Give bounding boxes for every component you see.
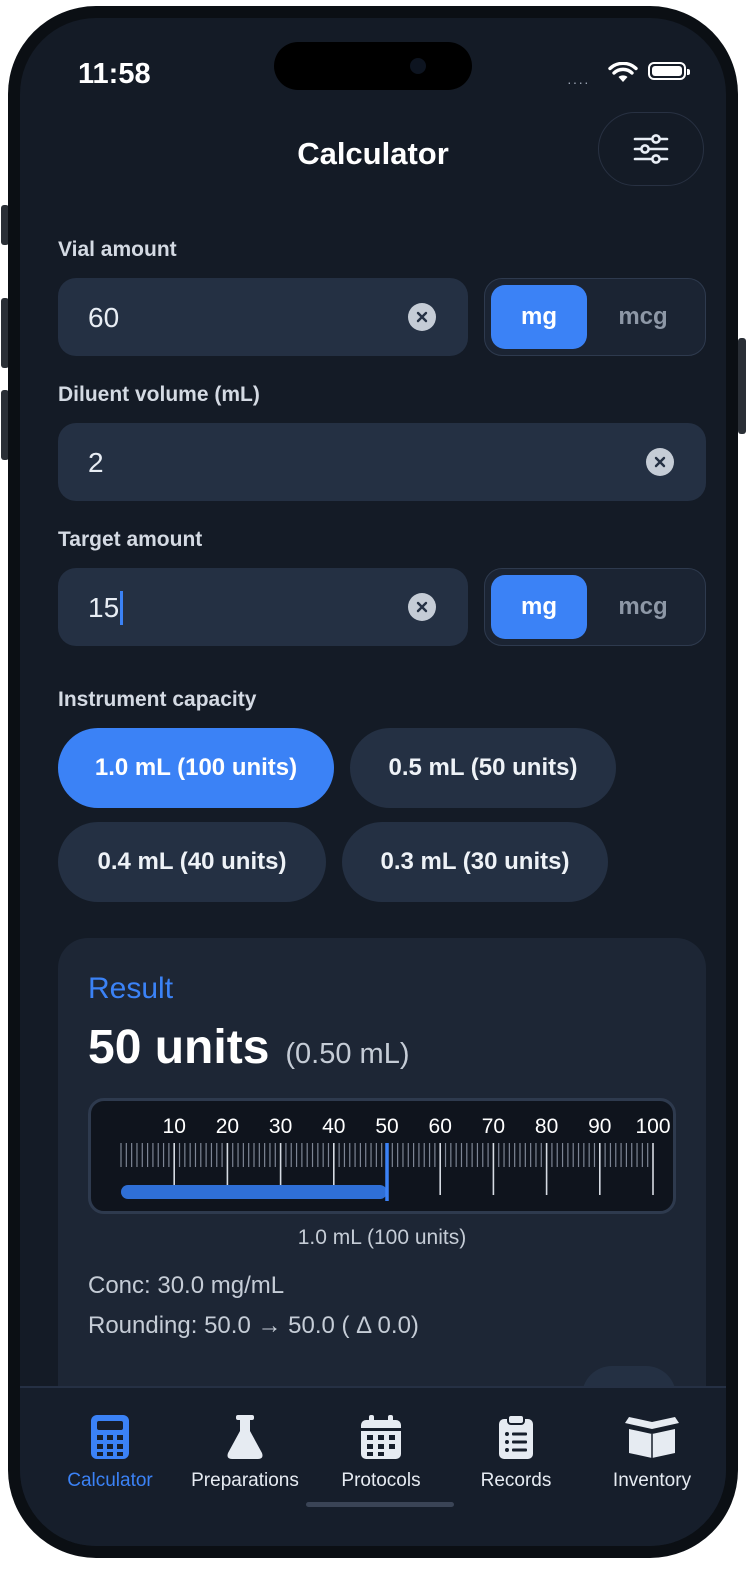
target-unit-mcg[interactable]: mcg bbox=[595, 575, 691, 639]
target-unit-toggle: mg mcg bbox=[484, 568, 706, 646]
power-button bbox=[738, 338, 746, 434]
tick-label: 60 bbox=[429, 1115, 452, 1138]
phone-frame: 11:58 ···· Calculator Vial amount 60 mg … bbox=[8, 6, 738, 1558]
target-unit-mg[interactable]: mg bbox=[491, 575, 587, 639]
instrument-capacity-label: Instrument capacity bbox=[58, 688, 257, 711]
tab-bar: Calculator Preparations Protocols Record… bbox=[20, 1386, 726, 1546]
signal-icon: ···· bbox=[567, 74, 590, 90]
tick-label: 40 bbox=[322, 1115, 345, 1138]
calculator-icon bbox=[91, 1415, 129, 1459]
syringe-capacity-label: 1.0 mL (100 units) bbox=[297, 1226, 467, 1249]
capacity-option-05ml[interactable]: 0.5 mL (50 units) bbox=[350, 728, 616, 808]
rounding-text: Rounding: 50.0 → 50.0 ( Δ 0.0) bbox=[88, 1312, 419, 1339]
result-label: Result bbox=[88, 972, 174, 1005]
tab-preparations[interactable]: Preparations bbox=[175, 1412, 315, 1492]
tick-label: 10 bbox=[163, 1115, 186, 1138]
target-amount-field-text: 15 bbox=[88, 590, 124, 627]
clear-diluent-button[interactable] bbox=[646, 448, 674, 476]
battery-icon bbox=[648, 62, 690, 80]
clipboard-icon bbox=[499, 1414, 533, 1459]
result-card: Result 50 units (0.50 mL) 10 20 30 40 50 60 70 8… bbox=[58, 938, 706, 1458]
tab-label: Calculator bbox=[67, 1470, 153, 1491]
calendar-icon bbox=[361, 1415, 401, 1459]
target-amount-input[interactable]: 15 bbox=[58, 568, 468, 646]
clear-vial-button[interactable] bbox=[408, 303, 436, 331]
capacity-option-03ml[interactable]: 0.3 mL (30 units) bbox=[342, 822, 608, 902]
syringe-scale: 10 20 30 40 50 60 70 80 90 100 bbox=[120, 1115, 671, 1201]
close-icon bbox=[416, 311, 428, 323]
tick-label: 30 bbox=[269, 1115, 292, 1138]
target-amount-label: Target amount bbox=[58, 528, 203, 551]
flask-icon bbox=[227, 1415, 263, 1459]
dynamic-island bbox=[274, 42, 472, 90]
camera-icon bbox=[410, 58, 426, 74]
vial-amount-value: 60 bbox=[88, 302, 120, 333]
home-indicator bbox=[306, 1502, 454, 1507]
target-amount-value: 15 bbox=[88, 592, 120, 623]
diluent-volume-label: Diluent volume (mL) bbox=[58, 383, 260, 406]
clear-target-button[interactable] bbox=[408, 593, 436, 621]
tab-calculator[interactable]: Calculator bbox=[40, 1412, 180, 1492]
status-bar: 11:58 ···· bbox=[20, 18, 726, 108]
close-icon bbox=[654, 456, 666, 468]
tick-label: 50 bbox=[375, 1115, 398, 1138]
sliders-icon bbox=[633, 134, 669, 164]
tick-label: 100 bbox=[635, 1115, 670, 1138]
text-caret bbox=[120, 590, 124, 625]
tab-label: Inventory bbox=[612, 1470, 692, 1491]
tab-inventory[interactable]: Inventory bbox=[582, 1412, 722, 1492]
vial-amount-input[interactable]: 60 bbox=[58, 278, 468, 356]
diluent-volume-value: 2 bbox=[88, 447, 104, 478]
settings-button[interactable] bbox=[598, 112, 704, 186]
close-icon bbox=[416, 601, 428, 613]
tab-records[interactable]: Records bbox=[446, 1412, 586, 1492]
tick-label: 90 bbox=[588, 1115, 611, 1138]
concentration-text: Conc: 30.0 mg/mL bbox=[88, 1272, 285, 1299]
result-value: 50 units (0.50 mL) bbox=[88, 1020, 410, 1075]
vial-unit-mcg[interactable]: mcg bbox=[595, 285, 691, 349]
capacity-option-04ml[interactable]: 0.4 mL (40 units) bbox=[58, 822, 326, 902]
tab-label: Preparations bbox=[191, 1470, 299, 1491]
screen: 11:58 ···· Calculator Vial amount 60 mg … bbox=[20, 18, 726, 1546]
tick-label: 20 bbox=[216, 1115, 239, 1138]
status-time: 11:58 bbox=[78, 58, 151, 90]
tick-label: 70 bbox=[482, 1115, 505, 1138]
result-units: 50 units bbox=[88, 1021, 270, 1074]
vial-unit-toggle: mg mcg bbox=[484, 278, 706, 356]
result-ml: (0.50 mL) bbox=[285, 1038, 410, 1070]
diluent-volume-input[interactable]: 2 bbox=[58, 423, 706, 501]
box-icon bbox=[625, 1417, 679, 1458]
fill-bar bbox=[121, 1185, 387, 1199]
tab-protocols[interactable]: Protocols bbox=[311, 1412, 451, 1492]
wifi-icon bbox=[608, 62, 638, 82]
tab-label: Records bbox=[480, 1470, 552, 1491]
vial-unit-mg[interactable]: mg bbox=[491, 285, 587, 349]
tab-label: Protocols bbox=[341, 1470, 421, 1491]
vial-amount-label: Vial amount bbox=[58, 238, 177, 261]
tick-label: 80 bbox=[535, 1115, 558, 1138]
syringe-gauge: 10 20 30 40 50 60 70 80 90 100 bbox=[88, 1098, 676, 1214]
capacity-option-1ml[interactable]: 1.0 mL (100 units) bbox=[58, 728, 334, 808]
